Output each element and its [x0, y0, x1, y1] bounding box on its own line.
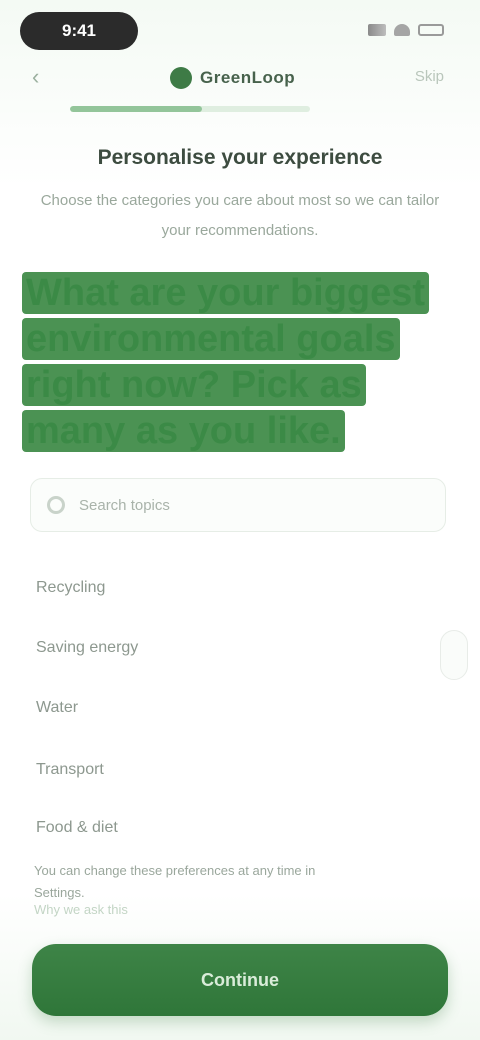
- status-bar: 9:41: [0, 0, 480, 60]
- skip-link[interactable]: Skip: [415, 68, 444, 85]
- learn-more-link[interactable]: Why we ask this: [34, 902, 128, 917]
- option-item[interactable]: Water: [36, 686, 436, 730]
- scroll-handle[interactable]: [440, 630, 468, 680]
- option-item[interactable]: Food & diet: [36, 806, 436, 850]
- step-subtitle: Choose the categories you care about mos…: [40, 192, 440, 239]
- status-time: 9:41: [20, 12, 138, 50]
- signal-icon: [368, 24, 386, 36]
- top-nav: ‹ GreenLoop Skip: [0, 58, 480, 98]
- headline-text: What are your biggest environmental goal…: [22, 272, 430, 452]
- option-item[interactable]: Saving energy: [36, 626, 436, 670]
- option-item[interactable]: Recycling: [36, 566, 436, 610]
- app-title: GreenLoop: [170, 66, 320, 90]
- app-title-text: GreenLoop: [200, 68, 296, 87]
- wifi-icon: [394, 24, 410, 36]
- search-input[interactable]: [79, 496, 399, 514]
- search-box[interactable]: [30, 478, 446, 532]
- continue-button[interactable]: Continue: [32, 944, 448, 1016]
- headline: What are your biggest environmental goal…: [22, 270, 442, 454]
- status-icons: [368, 24, 444, 36]
- option-item[interactable]: Transport: [36, 748, 436, 792]
- progress-bar: [70, 106, 310, 112]
- chevron-left-icon[interactable]: ‹: [32, 66, 54, 88]
- preferences-note: You can change these preferences at any …: [34, 863, 316, 900]
- battery-icon: [418, 24, 444, 36]
- search-icon: [47, 496, 65, 514]
- progress-fill: [70, 106, 202, 112]
- step-title: Personalise your experience: [97, 146, 383, 169]
- leaf-icon: [170, 67, 192, 89]
